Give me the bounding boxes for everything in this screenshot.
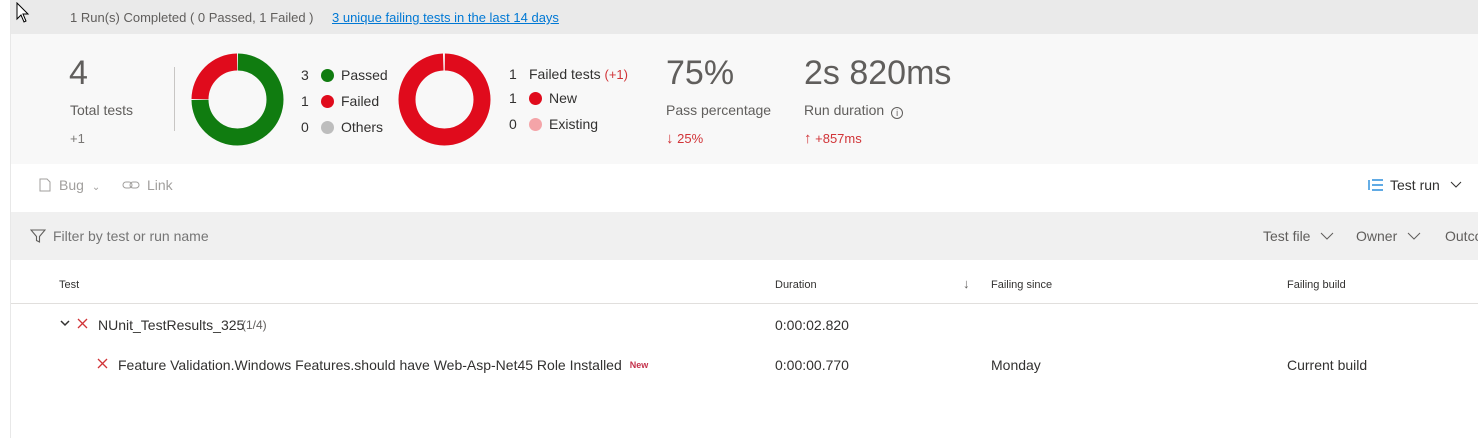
bug-button[interactable]: Bug ⌄	[39, 177, 100, 193]
failed-x-icon	[97, 358, 108, 369]
sort-arrow-down-icon[interactable]: ↓	[963, 276, 970, 291]
chevron-down-icon	[1450, 181, 1462, 188]
chevron-down-icon[interactable]	[60, 320, 70, 327]
run-duration-label-wrap: Run duration i	[804, 102, 904, 119]
legend-new: 1 New	[509, 90, 577, 106]
bug-button-label: Bug	[59, 177, 84, 193]
legend-failed-count: 1	[301, 93, 309, 109]
column-failing-since[interactable]: Failing since	[991, 279, 1052, 291]
failed-tests-delta: (+1)	[604, 67, 628, 82]
summary-divider	[174, 67, 175, 131]
legend-failed: 1 Failed	[301, 93, 379, 109]
run-duration-label: Run duration	[804, 102, 885, 118]
new-dot-icon	[529, 92, 542, 105]
link-button-label: Link	[147, 177, 173, 193]
test-duration: 0:00:00.770	[775, 357, 849, 373]
list-group-icon	[1368, 179, 1383, 191]
left-strip	[0, 0, 11, 438]
chevron-down-icon: ⌄	[91, 182, 101, 193]
legend-passed-label: Passed	[341, 67, 388, 83]
legend-others: 0 Others	[301, 119, 383, 135]
mouse-cursor-icon	[16, 2, 30, 23]
pass-percentage-delta: ↓ 25%	[666, 130, 703, 147]
run-duration-value: 2s 820ms	[804, 54, 952, 92]
info-icon[interactable]: i	[891, 107, 904, 119]
legend-new-label: New	[549, 90, 578, 106]
test-failing-since: Monday	[991, 357, 1041, 373]
table-header: Test Duration ↓ Failing since Failing bu…	[11, 260, 1478, 304]
total-tests-delta: +1	[70, 131, 85, 146]
failed-tests-donut-chart	[398, 53, 491, 146]
failed-tests-slice-new[interactable]	[398, 53, 491, 146]
total-tests-label: Total tests	[70, 102, 134, 118]
legend-existing-label: Existing	[549, 116, 599, 132]
pass-percentage-label: Pass percentage	[666, 102, 772, 118]
failing-tests-link[interactable]: 3 unique failing tests in the last 14 da…	[332, 10, 559, 25]
legend-existing-count: 0	[509, 116, 517, 132]
owner-filter[interactable]: Owner	[1356, 228, 1421, 244]
outcome-donut-chart	[191, 53, 284, 146]
legend-existing: 0 Existing	[509, 116, 598, 132]
group-name: NUnit_TestResults_325	[98, 317, 245, 333]
existing-dot-icon	[529, 118, 542, 131]
arrow-down-icon: ↓	[666, 130, 674, 147]
table-row[interactable]: Feature Validation.Windows Features.shou…	[11, 345, 1478, 385]
passed-dot-icon	[321, 69, 334, 82]
failed-x-icon	[77, 318, 88, 329]
filter-input[interactable]	[53, 225, 453, 247]
arrow-up-icon: ↑	[804, 130, 812, 147]
legend-failed-tests: 1 Failed tests (+1)	[509, 66, 628, 82]
legend-others-label: Others	[341, 119, 384, 135]
outcome-filter[interactable]: Outco	[1445, 228, 1478, 244]
legend-passed: 3 Passed	[301, 67, 388, 83]
pass-percentage-delta-text: 25%	[677, 131, 704, 146]
outcome-filter-label: Outco	[1445, 228, 1478, 244]
filter-icon	[30, 229, 46, 243]
run-duration-delta: ↑ +857ms	[804, 130, 862, 147]
column-test[interactable]: Test	[59, 279, 79, 291]
link-button[interactable]: Link	[122, 177, 173, 193]
test-run-label: Test run	[1390, 177, 1440, 193]
test-file-filter[interactable]: Test file	[1263, 228, 1334, 244]
link-icon	[122, 181, 140, 189]
group-count: (1/4)	[242, 318, 267, 332]
run-duration-delta-text: +857ms	[815, 131, 862, 146]
filter-bar: Test file Owner Outco	[11, 212, 1478, 260]
test-name[interactable]: Feature Validation.Windows Features.shou…	[118, 357, 648, 373]
run-status-bar: 1 Run(s) Completed ( 0 Passed, 1 Failed …	[11, 0, 1478, 34]
chevron-down-icon	[1321, 232, 1334, 240]
pass-percentage-value: 75%	[666, 54, 735, 92]
legend-passed-count: 3	[301, 67, 309, 83]
failed-dot-icon	[321, 95, 334, 108]
total-tests-value: 4	[69, 54, 88, 92]
outcome-slice-failed[interactable]	[191, 53, 238, 100]
others-dot-icon	[321, 121, 334, 134]
new-badge: New	[629, 360, 649, 370]
failed-tests-count: 1	[509, 66, 517, 82]
toolbar: Bug ⌄ Link Test run	[11, 164, 1478, 212]
owner-filter-label: Owner	[1356, 228, 1398, 244]
column-duration[interactable]: Duration	[775, 279, 817, 291]
test-failing-build: Current build	[1287, 357, 1368, 373]
failed-tests-label: Failed tests	[529, 66, 601, 82]
table-group-row[interactable]: NUnit_TestResults_325 (1/4) 0:00:02.820	[11, 305, 1478, 345]
test-name-text: Feature Validation.Windows Features.shou…	[118, 357, 622, 373]
summary-panel: 4 Total tests +1 3 Passed 1 Failed 0 Others…	[11, 34, 1478, 164]
legend-others-count: 0	[301, 119, 309, 135]
legend-failed-label: Failed	[341, 93, 380, 109]
chevron-down-icon	[1407, 232, 1421, 240]
column-failing-build[interactable]: Failing build	[1287, 279, 1346, 291]
test-run-dropdown[interactable]: Test run	[1368, 177, 1462, 193]
legend-new-count: 1	[509, 90, 517, 106]
group-duration: 0:00:02.820	[775, 317, 849, 333]
bug-icon	[39, 178, 51, 192]
test-file-filter-label: Test file	[1263, 228, 1311, 244]
run-status-text: 1 Run(s) Completed ( 0 Passed, 1 Failed …	[70, 10, 314, 25]
